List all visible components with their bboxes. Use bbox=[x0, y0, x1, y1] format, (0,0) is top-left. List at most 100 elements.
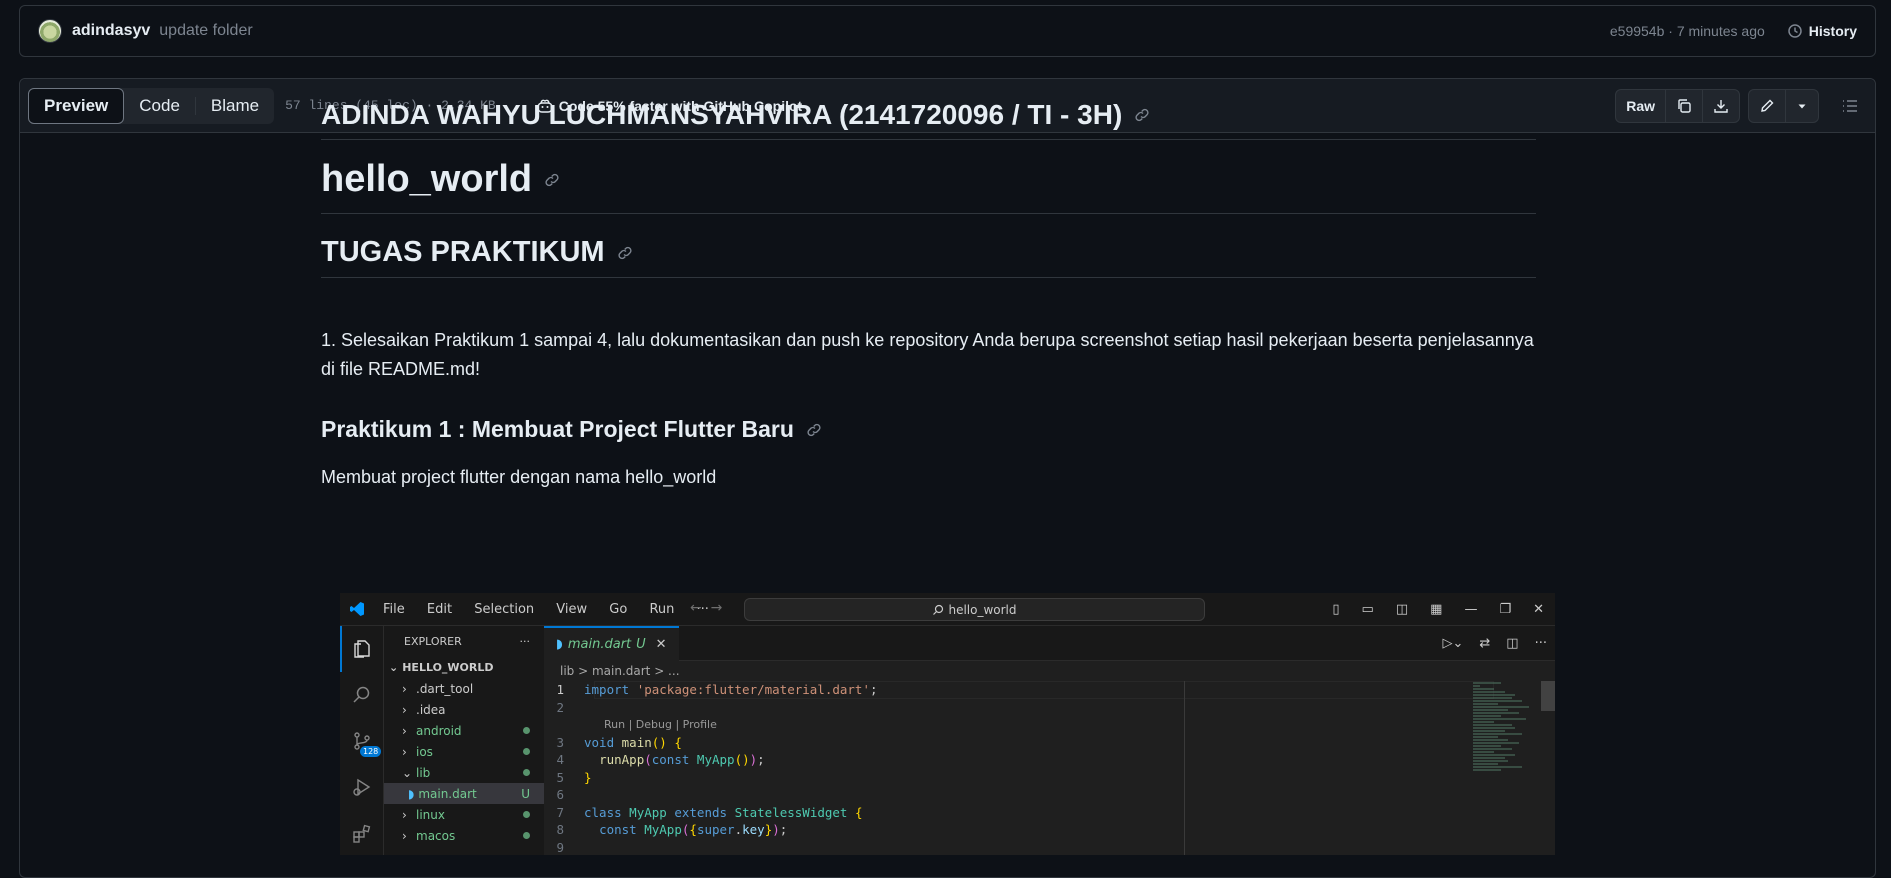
chevron-right-icon: › bbox=[402, 807, 407, 822]
file-label: main.dart bbox=[418, 786, 477, 801]
praktikum-1-description: Membuat project flutter dengan nama hell… bbox=[321, 467, 717, 487]
commit-message[interactable]: update folder bbox=[159, 22, 252, 40]
outline-button[interactable] bbox=[1833, 89, 1867, 123]
tab-status: U bbox=[636, 636, 646, 652]
code-line: 9 bbox=[544, 839, 1555, 856]
status-dot bbox=[523, 748, 530, 755]
line-number: 1 bbox=[556, 682, 564, 698]
edit-button[interactable] bbox=[1749, 90, 1785, 122]
explorer-root-label: HELLO_WORLD bbox=[402, 660, 494, 674]
view-mode-switch: Preview Code Blame bbox=[28, 87, 275, 124]
close-icon: ✕ bbox=[655, 636, 667, 652]
copy-icon bbox=[1678, 98, 1691, 113]
line-number: 6 bbox=[556, 787, 564, 803]
chevron-right-icon: › bbox=[402, 723, 407, 738]
heading-author-text: ADINDA WAHYU LUCHMANSYAHVIRA (2141720096… bbox=[321, 99, 1123, 130]
layout-panel-icon: ▭ bbox=[1361, 602, 1374, 617]
line-number: 4 bbox=[556, 752, 564, 768]
minimize-icon: — bbox=[1464, 602, 1478, 617]
editor-tabs: ◗ main.dart U ✕ ▷⌄ ⇄ ◫ ··· bbox=[544, 625, 1555, 661]
chevron-right-icon: › bbox=[402, 828, 407, 843]
heading-project: hello_world bbox=[321, 140, 1536, 214]
code-line: 4 runApp(const MyApp()); bbox=[544, 751, 1555, 769]
menu-view: View bbox=[556, 601, 588, 617]
edit-options-button[interactable] bbox=[1785, 89, 1818, 122]
codelens: Run | Debug | Profile bbox=[604, 718, 717, 732]
file-label: .dart_tool bbox=[416, 681, 474, 696]
code-line: 7 class MyApp extends StatelessWidget { bbox=[544, 804, 1555, 822]
scm-badge: 128 bbox=[360, 746, 382, 757]
list-item: › linux bbox=[384, 804, 544, 825]
compare-icon: ⇄ bbox=[1479, 635, 1491, 651]
line-number: 3 bbox=[556, 734, 564, 750]
file-label: .idea bbox=[416, 702, 446, 717]
readme-body: ADINDA WAHYU LUCHMANSYAHVIRA (2141720096… bbox=[321, 66, 1536, 488]
list-item: › .idea bbox=[384, 699, 544, 720]
copy-raw-button[interactable] bbox=[1665, 89, 1702, 122]
list-icon bbox=[1843, 99, 1857, 112]
anchor-link-icon[interactable] bbox=[806, 422, 822, 438]
code-line: 1 import 'package:flutter/material.dart'; bbox=[544, 681, 1555, 699]
file-label: macos bbox=[416, 828, 456, 843]
download-button[interactable] bbox=[1702, 89, 1739, 122]
heading-praktikum-1: Praktikum 1 : Membuat Project Flutter Ba… bbox=[321, 416, 1536, 443]
history-button[interactable]: History bbox=[1787, 23, 1857, 39]
editor-tab-main-dart: ◗ main.dart U ✕ bbox=[544, 625, 679, 661]
heading-tugas: TUGAS PRAKTIKUM bbox=[321, 214, 1536, 278]
raw-button[interactable]: Raw bbox=[1616, 90, 1665, 122]
explorer-title: EXPLORER bbox=[404, 634, 462, 648]
list-item: ⌄ lib bbox=[384, 762, 544, 783]
dart-file-icon: ◗ bbox=[556, 636, 563, 652]
tab-code[interactable]: Code bbox=[124, 88, 195, 124]
download-icon bbox=[1714, 99, 1728, 113]
more-icon: ··· bbox=[1534, 635, 1547, 651]
commit-author[interactable]: adindasyv bbox=[72, 22, 150, 40]
anchor-link-icon[interactable] bbox=[1134, 107, 1150, 123]
vscode-window-controls: ▯ ▭ ◫ ▦ — ❐ ✕ bbox=[1321, 593, 1555, 626]
layout-split-icon: ◫ bbox=[1395, 602, 1409, 617]
close-window-icon: ✕ bbox=[1533, 602, 1544, 617]
line-number: 7 bbox=[556, 804, 564, 820]
chevron-right-icon: › bbox=[402, 681, 407, 696]
list-item: › ios bbox=[384, 741, 544, 762]
anchor-link-icon[interactable] bbox=[617, 245, 633, 261]
history-icon bbox=[1788, 24, 1802, 38]
minimap bbox=[1473, 681, 1543, 841]
explorer-icon bbox=[340, 626, 383, 672]
activity-bar: 128 bbox=[340, 626, 384, 855]
file-label: ios bbox=[416, 744, 433, 759]
menu-selection: Selection bbox=[474, 601, 535, 617]
author-avatar[interactable] bbox=[38, 19, 62, 43]
extensions-icon bbox=[340, 810, 383, 855]
dart-file-icon: ◗ bbox=[408, 786, 415, 801]
vscode-menubar: File Edit Selection View Go Run ··· bbox=[374, 602, 718, 617]
code-line: 2 bbox=[544, 699, 1555, 717]
tab-preview[interactable]: Preview bbox=[28, 87, 125, 124]
breadcrumb: lib > main.dart > ... bbox=[560, 664, 680, 678]
restore-icon: ❐ bbox=[1499, 602, 1512, 617]
list-item: › android bbox=[384, 720, 544, 741]
raw-copy-download-group: Raw bbox=[1615, 88, 1740, 123]
list-item: ◗ main.dart U bbox=[384, 783, 544, 804]
anchor-link-icon[interactable] bbox=[544, 172, 560, 188]
chevron-down-icon: ⌄ bbox=[389, 660, 399, 674]
commit-hash-time[interactable]: e59954b · 7 minutes ago bbox=[1610, 23, 1765, 39]
code-line: 6 bbox=[544, 786, 1555, 804]
tab-blame[interactable]: Blame bbox=[196, 88, 274, 124]
edit-group bbox=[1748, 88, 1819, 123]
run-debug-icon bbox=[340, 764, 383, 810]
search-icon bbox=[933, 604, 944, 615]
code-line: 5} bbox=[544, 769, 1555, 787]
explorer-root: ⌄ HELLO_WORLD bbox=[384, 656, 544, 678]
triangle-down-icon bbox=[1798, 104, 1806, 108]
code-line: 8 const MyApp({super.key}); bbox=[544, 821, 1555, 839]
menu-run: Run bbox=[649, 601, 675, 617]
history-label: History bbox=[1808, 23, 1857, 39]
vscode-logo-icon bbox=[340, 601, 374, 617]
pencil-icon bbox=[1761, 99, 1774, 112]
list-item: › .dart_tool bbox=[384, 678, 544, 699]
nav-arrows-icon: ← → bbox=[690, 600, 723, 616]
heading-project-text: hello_world bbox=[321, 158, 533, 200]
status-dot bbox=[523, 832, 530, 839]
file-label: android bbox=[416, 723, 462, 738]
